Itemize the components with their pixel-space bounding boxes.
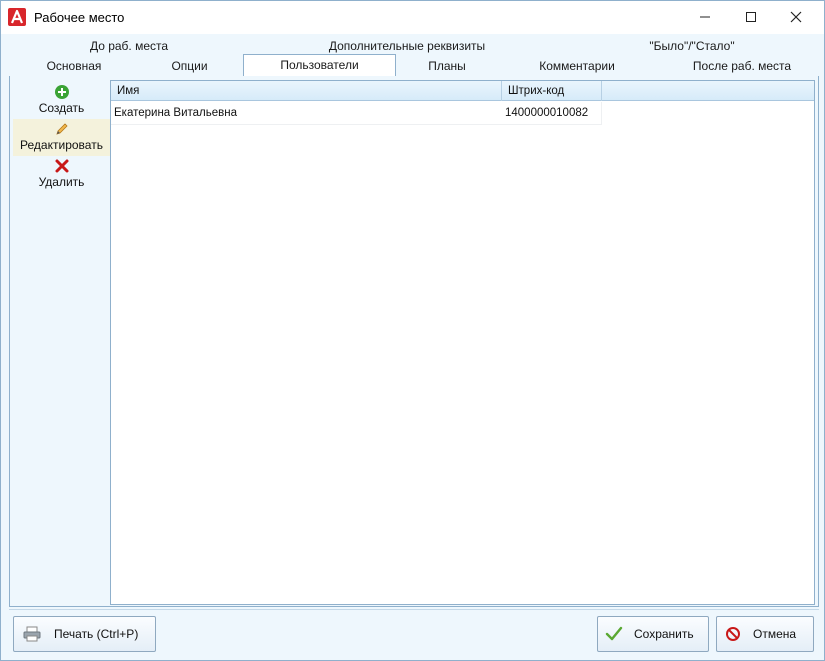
tab-after-workplace[interactable]: После раб. места [667,57,817,76]
window: Рабочее место До раб. места Дополнительн… [0,0,825,661]
tab-before-workplace[interactable]: До раб. места [69,37,189,56]
pencil-icon [54,120,70,138]
save-label: Сохранить [634,627,694,641]
cancel-button[interactable]: Отмена [716,616,814,652]
printer-icon [20,626,44,642]
delete-label: Удалить [38,175,85,189]
tab-strip: До раб. места Дополнительные реквизиты "… [7,34,820,76]
save-button[interactable]: Сохранить [597,616,709,652]
minimize-icon [700,16,710,17]
table-header: Имя Штрих-код [111,81,814,101]
create-button[interactable]: Создать [13,82,110,119]
plus-circle-icon [54,83,70,101]
footer-divider [9,609,819,610]
app-logo-icon [8,8,26,26]
tab-plans[interactable]: Планы [407,57,487,76]
window-title: Рабочее место [34,10,125,25]
cell-barcode[interactable]: 1400000010082 [502,102,602,124]
edit-label: Редактировать [20,138,103,152]
close-icon [790,11,802,22]
delete-button[interactable]: Удалить [13,156,110,193]
maximize-icon [746,11,756,22]
no-entry-icon [721,626,745,642]
tab-comments[interactable]: Комментарии [517,57,637,76]
tab-options[interactable]: Опции [147,57,232,76]
users-table[interactable]: Имя Штрих-код Екатерина Витальевна 14000… [110,80,815,605]
create-label: Создать [38,101,85,115]
table-row[interactable]: Екатерина Витальевна 1400000010082 [111,102,602,125]
tab-users[interactable]: Пользователи [243,54,396,76]
close-button[interactable] [773,1,819,32]
print-label: Печать (Ctrl+P) [54,627,139,641]
maximize-button[interactable] [728,1,774,32]
minimize-button[interactable] [682,1,728,32]
x-icon [54,157,70,175]
sidebar-toolbar: Создать Редактировать Удалить [13,79,110,603]
column-header-barcode[interactable]: Штрих-код [502,81,602,101]
print-button[interactable]: Печать (Ctrl+P) [13,616,156,652]
title-bar: Рабочее место [1,1,824,34]
tab-main[interactable]: Основная [27,57,121,76]
edit-button[interactable]: Редактировать [13,119,110,156]
column-header-name[interactable]: Имя [111,81,502,101]
check-icon [602,626,626,642]
tab-was-became[interactable]: "Было"/"Стало" [627,37,757,56]
users-panel: Создать Редактировать Удалить Имя Штрих-… [9,76,819,607]
cancel-label: Отмена [753,627,797,641]
cell-name[interactable]: Екатерина Витальевна [111,102,502,124]
